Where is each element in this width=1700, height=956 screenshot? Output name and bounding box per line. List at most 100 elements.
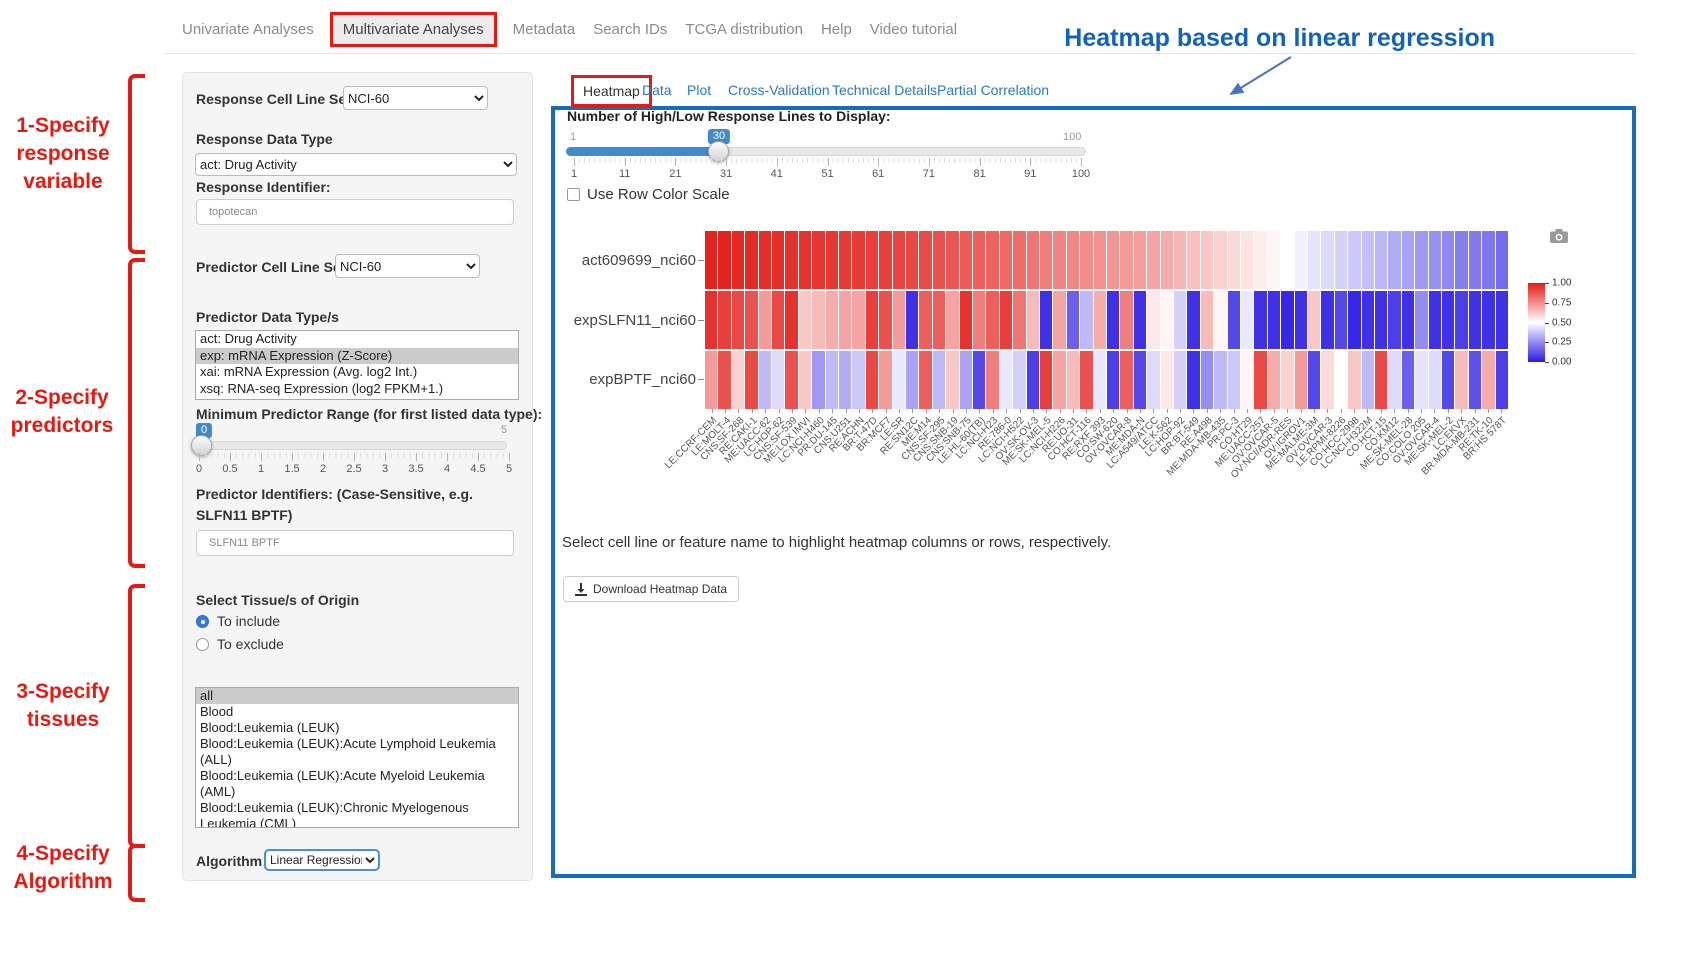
heatmap-cell[interactable] <box>705 351 717 409</box>
heatmap-cell[interactable] <box>1482 351 1494 409</box>
heatmap-cell[interactable] <box>1053 291 1065 349</box>
heatmap-cell[interactable] <box>1375 351 1387 409</box>
heatmap-cell[interactable] <box>1013 231 1025 289</box>
heatmap-cell[interactable] <box>1147 351 1159 409</box>
heatmap-cell[interactable] <box>1000 231 1012 289</box>
heatmap-cell[interactable] <box>812 291 824 349</box>
heatmap-cell[interactable] <box>919 291 931 349</box>
heatmap-cell[interactable] <box>1187 351 1199 409</box>
heatmap-cell[interactable] <box>1161 351 1173 409</box>
heatmap-cell[interactable] <box>1295 351 1307 409</box>
tissue-option[interactable]: Blood:Leukemia (LEUK):Acute Lymphoid Leu… <box>196 736 518 768</box>
heatmap-cell[interactable] <box>1040 231 1052 289</box>
tab-cross-validation[interactable]: Cross-Validation <box>728 82 830 98</box>
heatmap-cell[interactable] <box>1134 231 1146 289</box>
heatmap-cell[interactable] <box>1442 231 1454 289</box>
heatmap-cell[interactable] <box>1348 351 1360 409</box>
nav-item-univariate-analyses[interactable]: Univariate Analyses <box>180 13 316 46</box>
heatmap-cell[interactable] <box>1362 351 1374 409</box>
heatmap-cell[interactable] <box>1094 231 1106 289</box>
heatmap-cell[interactable] <box>1455 291 1467 349</box>
heatmap-cell[interactable] <box>1201 351 1213 409</box>
heatmap-cell[interactable] <box>1402 351 1414 409</box>
heatmap-cell[interactable] <box>1187 291 1199 349</box>
predictor-identifiers-input[interactable] <box>196 530 514 556</box>
heatmap-cell[interactable] <box>1442 291 1454 349</box>
heatmap-cell[interactable] <box>960 231 972 289</box>
heatmap-cell[interactable] <box>1120 231 1132 289</box>
heatmap-cell[interactable] <box>919 231 931 289</box>
heatmap-cell[interactable] <box>1348 231 1360 289</box>
tab-heatmap[interactable]: Heatmap <box>571 75 652 107</box>
heatmap-cell[interactable] <box>1000 351 1012 409</box>
download-heatmap-data-button[interactable]: Download Heatmap Data <box>563 576 739 602</box>
heatmap-cell[interactable] <box>1402 231 1414 289</box>
heatmap-cell[interactable] <box>1268 351 1280 409</box>
tab-partial-correlation[interactable]: Partial Correlation <box>937 82 1049 98</box>
heatmap-cell[interactable] <box>1201 231 1213 289</box>
heatmap-cell[interactable] <box>1375 231 1387 289</box>
heatmap-cell[interactable] <box>960 351 972 409</box>
nav-item-help[interactable]: Help <box>819 13 854 46</box>
heatmap-cell[interactable] <box>1254 231 1266 289</box>
heatmap-cell[interactable] <box>826 291 838 349</box>
heatmap-cell[interactable] <box>906 231 918 289</box>
heatmap-cell[interactable] <box>1268 231 1280 289</box>
heatmap-cell[interactable] <box>812 351 824 409</box>
heatmap-cell[interactable] <box>1187 231 1199 289</box>
heatmap-cell[interactable] <box>946 351 958 409</box>
heatmap-cell[interactable] <box>866 231 878 289</box>
heatmap-cell[interactable] <box>745 351 757 409</box>
heatmap-cell[interactable] <box>772 291 784 349</box>
heatmap-cell[interactable] <box>893 351 905 409</box>
heatmap-cell[interactable] <box>933 231 945 289</box>
heatmap-cell[interactable] <box>1120 291 1132 349</box>
heatmap-cell[interactable] <box>973 291 985 349</box>
heatmap-cell[interactable] <box>718 231 730 289</box>
heatmap-cell[interactable] <box>745 291 757 349</box>
heatmap-cell[interactable] <box>1080 231 1092 289</box>
tissue-option[interactable]: Blood:Leukemia (LEUK) <box>196 720 518 736</box>
heatmap-cell[interactable] <box>1362 231 1374 289</box>
heatmap-cell[interactable] <box>946 231 958 289</box>
heatmap-cell[interactable] <box>1429 291 1441 349</box>
response-identifier-input[interactable] <box>196 199 514 225</box>
heatmap-row-label[interactable]: expBPTF_nci60 <box>548 371 696 388</box>
heatmap-cell[interactable] <box>839 231 851 289</box>
tissue-option[interactable]: all <box>196 688 518 704</box>
predictor-data-type-option[interactable]: xsq: RNA-seq Expression (log2 FPKM+1.) <box>196 381 518 398</box>
heatmap-cell[interactable] <box>1107 291 1119 349</box>
heatmap-cell[interactable] <box>1415 291 1427 349</box>
heatmap-cell[interactable] <box>1107 231 1119 289</box>
heatmap-cell[interactable] <box>1027 291 1039 349</box>
heatmap-cell[interactable] <box>772 231 784 289</box>
heatmap-cell[interactable] <box>1120 351 1132 409</box>
heatmap-cell[interactable] <box>839 351 851 409</box>
heatmap-cell[interactable] <box>1496 351 1508 409</box>
radio-include-control[interactable] <box>196 615 209 628</box>
heatmap-cell[interactable] <box>812 231 824 289</box>
heatmap-cell[interactable] <box>745 231 757 289</box>
heatmap-cell[interactable] <box>732 291 744 349</box>
heatmap-cell[interactable] <box>759 231 771 289</box>
heatmap-cell[interactable] <box>893 291 905 349</box>
heatmap-cell[interactable] <box>1080 351 1092 409</box>
camera-icon[interactable] <box>1549 228 1569 244</box>
heatmap-cell[interactable] <box>1402 291 1414 349</box>
heatmap-cell[interactable] <box>879 291 891 349</box>
heatmap-cell[interactable] <box>1080 291 1092 349</box>
heatmap-cell[interactable] <box>1482 291 1494 349</box>
response-cell-line-set-select[interactable]: NCI-60 <box>343 86 488 110</box>
heatmap-cell[interactable] <box>826 231 838 289</box>
heatmap-cell[interactable] <box>933 351 945 409</box>
heatmap-cell[interactable] <box>1147 231 1159 289</box>
heatmap-cell[interactable] <box>1000 291 1012 349</box>
heatmap-cell[interactable] <box>852 231 864 289</box>
heatmap-cell[interactable] <box>1429 351 1441 409</box>
heatmap-cell[interactable] <box>1040 351 1052 409</box>
tissue-option[interactable]: Blood:Leukemia (LEUK):Chronic Myelogenou… <box>196 800 518 828</box>
heatmap-cell[interactable] <box>718 351 730 409</box>
heatmap-cell[interactable] <box>1496 291 1508 349</box>
heatmap-cell[interactable] <box>1013 351 1025 409</box>
heatmap-cell[interactable] <box>1254 351 1266 409</box>
